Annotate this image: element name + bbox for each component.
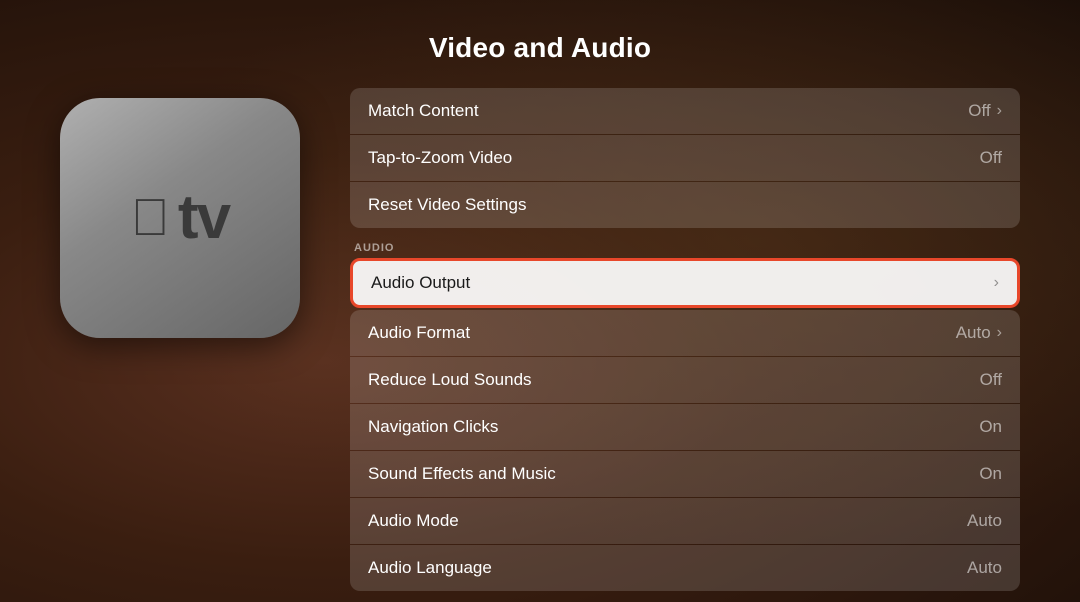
navigation-clicks-label: Navigation Clicks	[368, 417, 498, 437]
match-content-label: Match Content	[368, 101, 479, 121]
audio-language-label: Audio Language	[368, 558, 492, 578]
match-content-value: Off	[968, 101, 990, 121]
tap-to-zoom-value: Off	[980, 148, 1002, 168]
sound-effects-value: On	[979, 464, 1002, 484]
page-container: Video and Audio  tv Match Content Off ›…	[0, 0, 1080, 602]
settings-row-audio-output[interactable]: Audio Output ›	[350, 258, 1020, 308]
audio-format-value: Auto	[956, 323, 991, 343]
audio-output-label: Audio Output	[371, 273, 470, 293]
apple-logo-icon: 	[131, 192, 170, 244]
settings-row-navigation-clicks[interactable]: Navigation Clicks On	[350, 404, 1020, 450]
audio-format-label: Audio Format	[368, 323, 470, 343]
reduce-loud-value: Off	[980, 370, 1002, 390]
settings-row-audio-format[interactable]: Audio Format Auto ›	[350, 310, 1020, 356]
navigation-clicks-value: On	[979, 417, 1002, 437]
audio-mode-value: Auto	[967, 511, 1002, 531]
sound-effects-label: Sound Effects and Music	[368, 464, 556, 484]
tap-to-zoom-label: Tap-to-Zoom Video	[368, 148, 512, 168]
match-content-chevron: ›	[997, 102, 1002, 120]
settings-row-tap-to-zoom[interactable]: Tap-to-Zoom Video Off	[350, 135, 1020, 181]
settings-row-match-content[interactable]: Match Content Off ›	[350, 88, 1020, 134]
audio-format-chevron: ›	[997, 324, 1002, 342]
apple-tv-graphic:  tv	[60, 98, 300, 338]
settings-row-reset-video[interactable]: Reset Video Settings	[350, 182, 1020, 228]
audio-mode-label: Audio Mode	[368, 511, 459, 531]
audio-section-label: AUDIO	[350, 242, 1020, 254]
settings-row-audio-language[interactable]: Audio Language Auto	[350, 545, 1020, 591]
settings-row-reduce-loud[interactable]: Reduce Loud Sounds Off	[350, 357, 1020, 403]
settings-panel: Match Content Off › Tap-to-Zoom Video Of…	[350, 88, 1020, 591]
settings-row-sound-effects[interactable]: Sound Effects and Music On	[350, 451, 1020, 497]
tv-text: tv	[178, 187, 229, 249]
reset-video-label: Reset Video Settings	[368, 195, 526, 215]
audio-language-value: Auto	[967, 558, 1002, 578]
page-title: Video and Audio	[429, 32, 651, 64]
audio-output-chevron: ›	[994, 274, 999, 292]
reduce-loud-label: Reduce Loud Sounds	[368, 370, 532, 390]
settings-row-audio-mode[interactable]: Audio Mode Auto	[350, 498, 1020, 544]
content-area:  tv Match Content Off › Tap-to-Zoom Vid…	[0, 88, 1080, 591]
